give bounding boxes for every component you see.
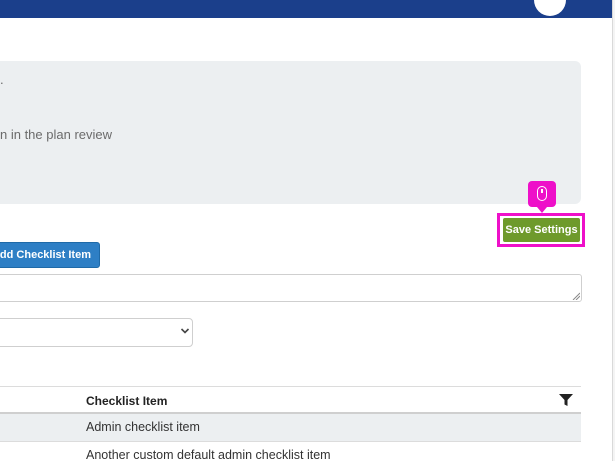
table-row[interactable]: Another custom default admin checklist i… <box>0 442 581 461</box>
save-settings-button[interactable]: Save Settings <box>503 218 580 242</box>
chevron-down-icon <box>180 328 190 334</box>
filter-icon[interactable] <box>559 394 573 407</box>
add-checklist-item-button[interactable]: Add Checklist Item <box>0 242 100 268</box>
info-panel-text-line-2: n in the plan review <box>0 127 113 142</box>
resize-grip-icon[interactable] <box>572 292 580 300</box>
info-panel-text-line-1: . <box>0 72 4 87</box>
category-select[interactable] <box>0 318 193 347</box>
table-cell-checklist-item: Admin checklist item <box>86 420 200 434</box>
table-header: Checklist Item <box>0 386 581 414</box>
table-cell-checklist-item: Another custom default admin checklist i… <box>86 448 331 461</box>
checklist-item-textarea[interactable] <box>0 274 582 302</box>
top-navigation-bar <box>0 0 612 18</box>
mouse-icon <box>537 186 547 201</box>
info-panel: . n in the plan review <box>0 61 581 204</box>
column-header-checklist-item[interactable]: Checklist Item <box>86 394 167 408</box>
app-frame: . n in the plan review Save Settings Add… <box>0 0 613 461</box>
click-indicator <box>528 181 556 213</box>
user-avatar[interactable] <box>534 0 566 16</box>
table-row[interactable]: Admin checklist item <box>0 414 581 442</box>
